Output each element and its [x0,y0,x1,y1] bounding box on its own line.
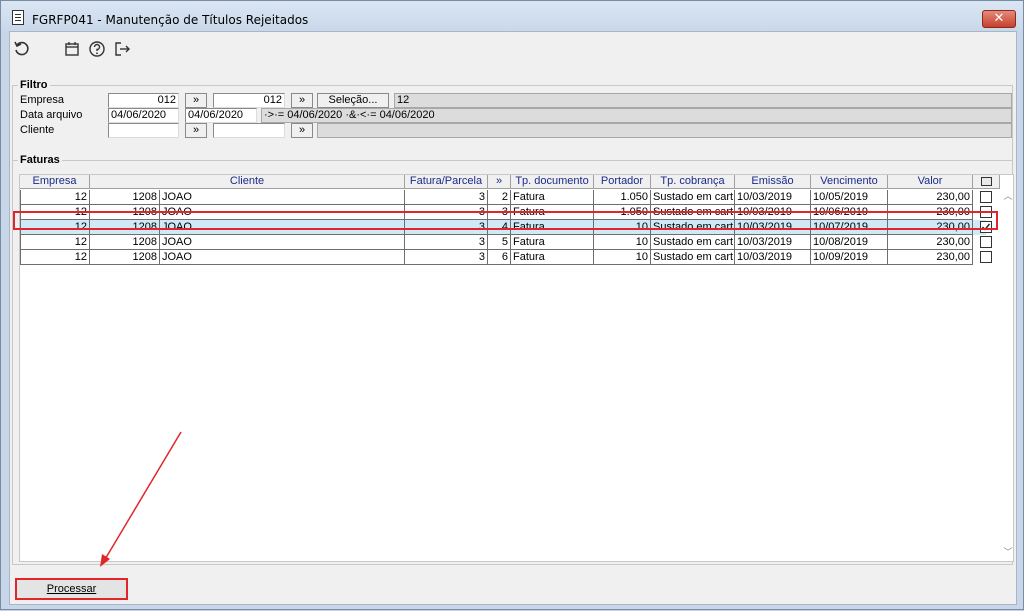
annotation-arrow [100,431,182,567]
processar-button[interactable]: Processar [15,578,128,600]
processar-label: Processar [46,583,97,595]
app-window: FGRFP041 - Manutenção de Títulos Rejeita… [0,0,1024,610]
